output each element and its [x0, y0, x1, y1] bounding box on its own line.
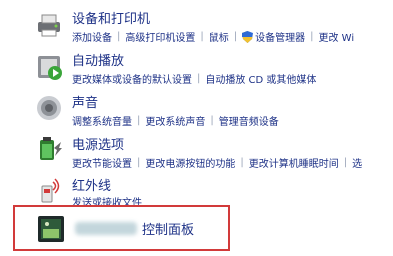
infrared-icon [41, 178, 60, 203]
category-title[interactable]: 自动播放 [72, 50, 124, 69]
link-manage-audio-devices[interactable]: 管理音频设备 [219, 113, 279, 128]
link-separator: | [310, 31, 314, 42]
link-separator: | [240, 157, 244, 168]
category-title[interactable]: 红外线 [72, 175, 111, 194]
link-autoplay-cd[interactable]: 自动播放 CD 或其他媒体 [205, 71, 316, 86]
link-device-manager[interactable]: 设备管理器 [255, 29, 305, 44]
link-separator: | [197, 73, 201, 84]
uac-shield-icon [242, 30, 254, 43]
link-adjust-volume[interactable]: 调整系统音量 [72, 113, 132, 128]
link-change-wifi[interactable]: 更改 Wi [319, 29, 355, 44]
control-panel-icon [38, 216, 64, 242]
category-power-options: 电源选项 更改节能设置 | 更改电源按钮的功能 | 更改计算机睡眠时间 | 选 [0, 130, 393, 178]
category-title[interactable]: 声音 [72, 92, 98, 111]
link-separator: | [343, 157, 348, 168]
link-more[interactable]: 选 [352, 155, 362, 170]
category-sound: 声音 调整系统音量 | 更改系统声音 | 管理音频设备 [0, 88, 393, 136]
category-links: 更改媒体或设备的默认设置 | 自动播放 CD 或其他媒体 [72, 71, 316, 86]
blurred-username [75, 222, 137, 235]
link-separator: | [200, 31, 204, 42]
link-separator: | [210, 115, 214, 126]
category-links: 调整系统音量 | 更改系统声音 | 管理音频设备 [72, 113, 279, 128]
link-separator: | [117, 31, 121, 42]
control-panel-title[interactable]: 控制面板 [142, 219, 194, 238]
category-title[interactable]: 电源选项 [72, 134, 124, 153]
highlighted-control-panel-item[interactable]: 控制面板 [13, 205, 230, 251]
link-advanced-printer-setup[interactable]: 高级打印机设置 [125, 29, 195, 44]
category-autoplay: 自动播放 更改媒体或设备的默认设置 | 自动播放 CD 或其他媒体 [0, 46, 393, 94]
category-title[interactable]: 设备和打印机 [72, 8, 150, 27]
control-panel-category-list: 设备和打印机 添加设备 | 高级打印机设置 | 鼠标 | 设备管理器 | 更改 … [0, 0, 393, 256]
autoplay-icon [38, 56, 62, 80]
link-separator: | [137, 157, 141, 168]
link-change-media-defaults[interactable]: 更改媒体或设备的默认设置 [72, 71, 192, 86]
link-change-sleep-time[interactable]: 更改计算机睡眠时间 [249, 155, 339, 170]
link-mouse[interactable]: 鼠标 [209, 29, 229, 44]
link-change-power-button[interactable]: 更改电源按钮的功能 [145, 155, 235, 170]
category-links: 添加设备 | 高级打印机设置 | 鼠标 | 设备管理器 | 更改 Wi [72, 29, 354, 44]
speaker-icon [37, 96, 61, 120]
link-separator: | [137, 115, 141, 126]
category-devices-printers: 设备和打印机 添加设备 | 高级打印机设置 | 鼠标 | 设备管理器 | 更改 … [0, 4, 393, 52]
printer-icon [38, 14, 60, 37]
power-options-icon [40, 137, 62, 160]
link-change-power-saving[interactable]: 更改节能设置 [72, 155, 132, 170]
category-links: 更改节能设置 | 更改电源按钮的功能 | 更改计算机睡眠时间 | 选 [72, 155, 362, 170]
link-add-device[interactable]: 添加设备 [72, 29, 112, 44]
link-separator: | [233, 31, 238, 42]
link-change-system-sounds[interactable]: 更改系统声音 [145, 113, 205, 128]
